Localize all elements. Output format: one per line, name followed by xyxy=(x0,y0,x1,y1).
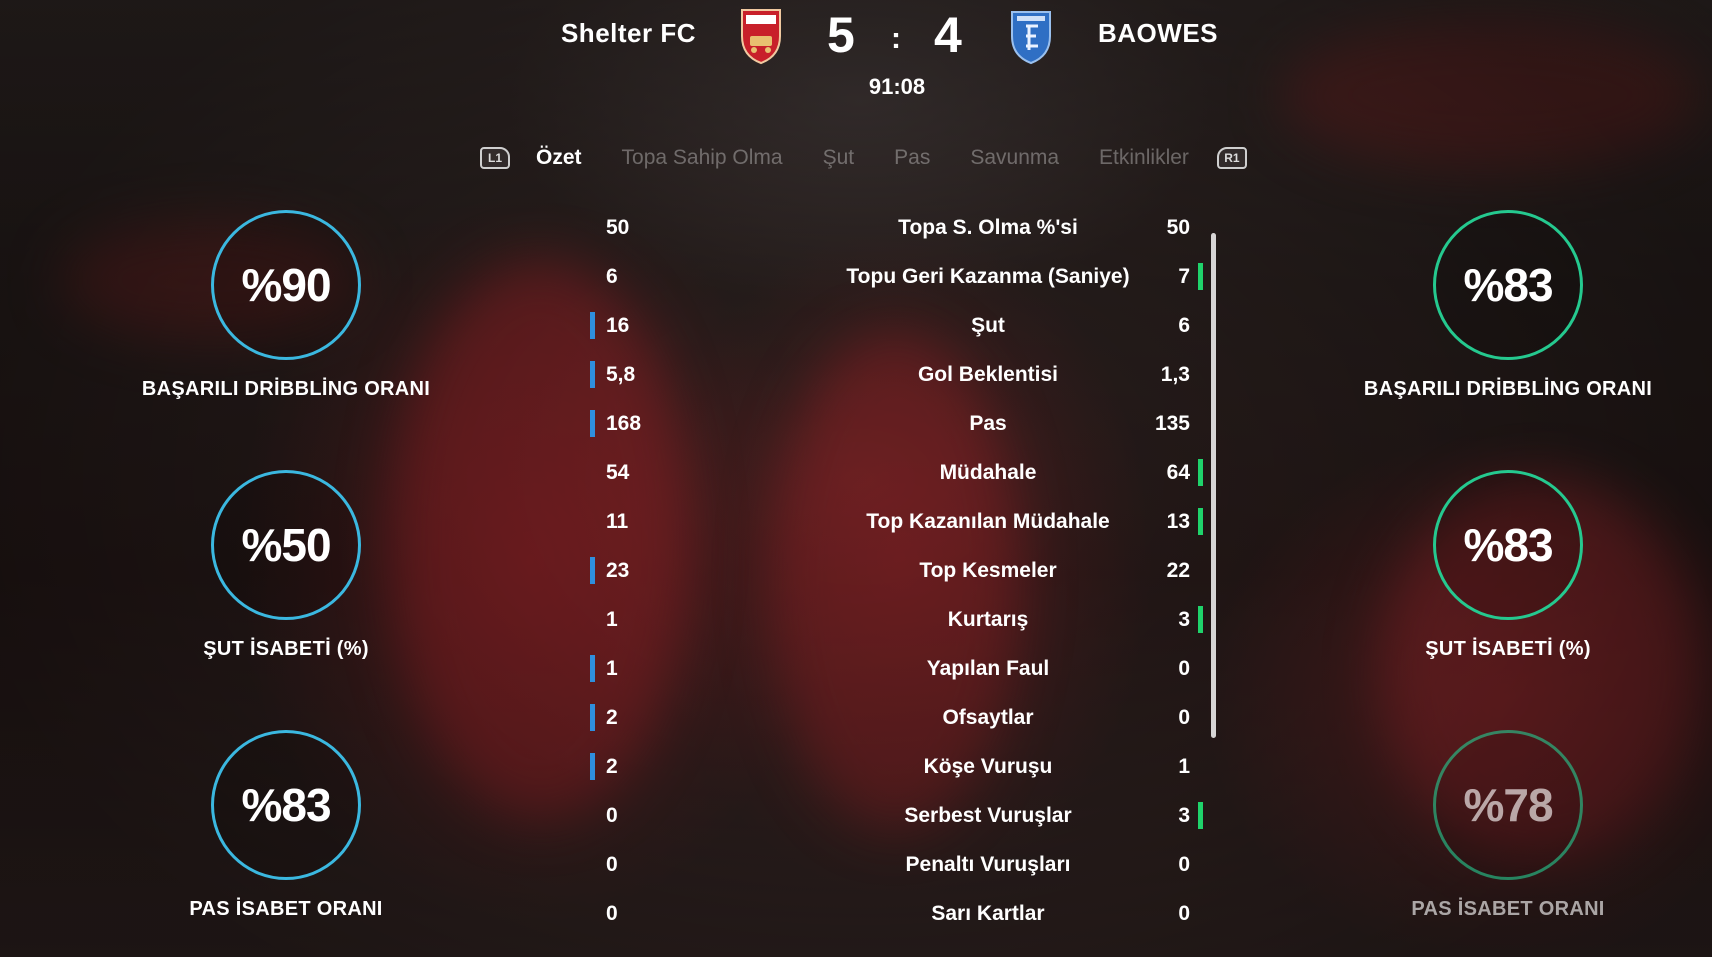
stat-row-ball-recovery-time: 6 Topu Geri Kazanma (Saniye) 7 xyxy=(590,255,1210,304)
match-clock: 91:08 xyxy=(868,74,926,99)
stat-row-possession: 50 Topa S. Olma %'si 50 xyxy=(590,206,1210,255)
home-lead-indicator xyxy=(590,557,595,584)
home-lead-indicator xyxy=(590,753,595,780)
home-pass-accuracy-stat: %83 PAS İSABET ORANI xyxy=(106,730,466,921)
home-stat-value: 0 xyxy=(606,902,618,925)
stat-row-passes: 168 Pas 135 xyxy=(590,402,1210,451)
stat-row-expected-goals: 5,8 Gol Beklentisi 1,3 xyxy=(590,353,1210,402)
home-stat-value: 0 xyxy=(606,853,618,876)
home-stat-value: 6 xyxy=(606,265,618,288)
tab-possession[interactable]: Topa Sahip Olma xyxy=(622,146,783,170)
home-stat-value: 1 xyxy=(606,608,618,631)
away-lead-indicator xyxy=(1198,263,1203,290)
r1-bumper-icon[interactable]: R1 xyxy=(1216,147,1247,169)
home-pass-label: PAS İSABET ORANI xyxy=(189,898,383,920)
home-stat-value: 5,8 xyxy=(606,363,636,386)
home-shot-label: ŞUT İSABETİ (%) xyxy=(203,638,369,660)
home-stat-value: 1 xyxy=(606,657,618,680)
scoreboard: Shelter FC 5 : 4 BAOWES 91:08 xyxy=(0,0,1712,110)
home-stat-value: 16 xyxy=(606,314,630,337)
home-dribble-value: %90 xyxy=(241,259,331,311)
home-pass-ring: %83 xyxy=(211,730,361,880)
home-team-crest-icon xyxy=(741,9,781,65)
home-lead-indicator xyxy=(590,312,595,339)
home-lead-indicator xyxy=(590,361,595,388)
stats-comparison-table: 50 Topa S. Olma %'si 50 6 Topu Geri Kaza… xyxy=(590,206,1210,941)
home-stat-value: 2 xyxy=(606,706,618,729)
away-shot-accuracy-stat: %83 ŞUT İSABETİ (%) xyxy=(1328,470,1688,661)
stat-row-tackles-won: 11 Top Kazanılan Müdahale 13 xyxy=(590,500,1210,549)
away-pass-value: %78 xyxy=(1463,779,1553,831)
home-stat-value: 50 xyxy=(606,216,630,239)
away-team-crest-icon xyxy=(1011,11,1051,65)
home-dribble-label: BAŞARILI DRİBBLİNG ORANI xyxy=(141,378,431,400)
home-stat-value: 11 xyxy=(606,510,629,533)
home-stat-value: 0 xyxy=(606,804,618,827)
stats-tab-bar: L1 Özet Topa Sahip Olma Şut Pas Savunma … xyxy=(480,140,1247,176)
away-shot-label: ŞUT İSABETİ (%) xyxy=(1425,638,1591,660)
stat-row-fouls: 1 Yapılan Faul 0 xyxy=(590,647,1210,696)
l1-bumper-icon[interactable]: L1 xyxy=(480,147,510,169)
home-shot-value: %50 xyxy=(241,519,331,571)
away-dribble-value: %83 xyxy=(1463,259,1553,311)
home-shot-ring: %50 xyxy=(211,470,361,620)
home-score: 5 xyxy=(827,7,855,63)
tab-shooting[interactable]: Şut xyxy=(823,146,855,170)
stat-row-saves: 1 Kurtarış 3 xyxy=(590,598,1210,647)
away-pass-ring: %78 xyxy=(1433,730,1583,880)
away-team-name: BAOWES xyxy=(1098,18,1218,48)
home-stat-value: 2 xyxy=(606,755,618,778)
away-lead-indicator xyxy=(1198,459,1203,486)
home-stat-value: 168 xyxy=(606,412,642,435)
home-lead-indicator xyxy=(590,410,595,437)
home-dribble-ring: %90 xyxy=(211,210,361,360)
away-lead-indicator xyxy=(1198,508,1203,535)
tab-passing[interactable]: Pas xyxy=(894,146,930,170)
away-dribble-success-stat: %83 BAŞARILI DRİBBLİNG ORANI xyxy=(1328,210,1688,401)
tab-defending[interactable]: Savunma xyxy=(970,146,1059,170)
home-lead-indicator xyxy=(590,655,595,682)
stat-row-yellow-cards: 0 Sarı Kartlar 0 xyxy=(590,892,1210,941)
stat-row-tackles: 54 Müdahale 64 xyxy=(590,451,1210,500)
away-score: 4 xyxy=(934,7,962,63)
stat-row-corners: 2 Köşe Vuruşu 1 xyxy=(590,745,1210,794)
away-dribble-ring: %83 xyxy=(1433,210,1583,360)
home-stat-value: 23 xyxy=(606,559,630,582)
stat-row-free-kicks: 0 Serbest Vuruşlar 3 xyxy=(590,794,1210,843)
stat-row-penalties: 0 Penaltı Vuruşları 0 xyxy=(590,843,1210,892)
score-separator: : xyxy=(891,22,901,55)
away-lead-indicator xyxy=(1198,802,1203,829)
stat-label: Köşe Vuruşu xyxy=(923,755,1053,778)
tab-events[interactable]: Etkinlikler xyxy=(1099,146,1189,170)
home-dribble-success-stat: %90 BAŞARILI DRİBBLİNG ORANI xyxy=(106,210,466,401)
home-pass-value: %83 xyxy=(241,779,331,831)
home-stat-value: 54 xyxy=(606,461,630,484)
stat-row-shots: 16 Şut 6 xyxy=(590,304,1210,353)
away-dribble-label: BAŞARILI DRİBBLİNG ORANI xyxy=(1363,378,1653,400)
away-shot-ring: %83 xyxy=(1433,470,1583,620)
stat-label: Serbest Vuruşlar xyxy=(904,804,1072,827)
stat-row-offsides: 2 Ofsaytlar 0 xyxy=(590,696,1210,745)
home-lead-indicator xyxy=(590,704,595,731)
away-pass-accuracy-stat: %78 PAS İSABET ORANI xyxy=(1328,730,1688,921)
stat-row-interceptions: 23 Top Kesmeler 22 xyxy=(590,549,1210,598)
stat-label: Sarı Kartlar xyxy=(931,902,1045,925)
home-team-name: Shelter FC xyxy=(560,18,696,48)
stat-label: Penaltı Vuruşları xyxy=(905,853,1071,876)
stats-scrollbar[interactable] xyxy=(1211,233,1216,738)
away-pass-label: PAS İSABET ORANI xyxy=(1411,898,1605,920)
away-lead-indicator xyxy=(1198,606,1203,633)
away-shot-value: %83 xyxy=(1463,519,1553,571)
tab-summary[interactable]: Özet xyxy=(536,146,582,170)
home-shot-accuracy-stat: %50 ŞUT İSABETİ (%) xyxy=(106,470,466,661)
